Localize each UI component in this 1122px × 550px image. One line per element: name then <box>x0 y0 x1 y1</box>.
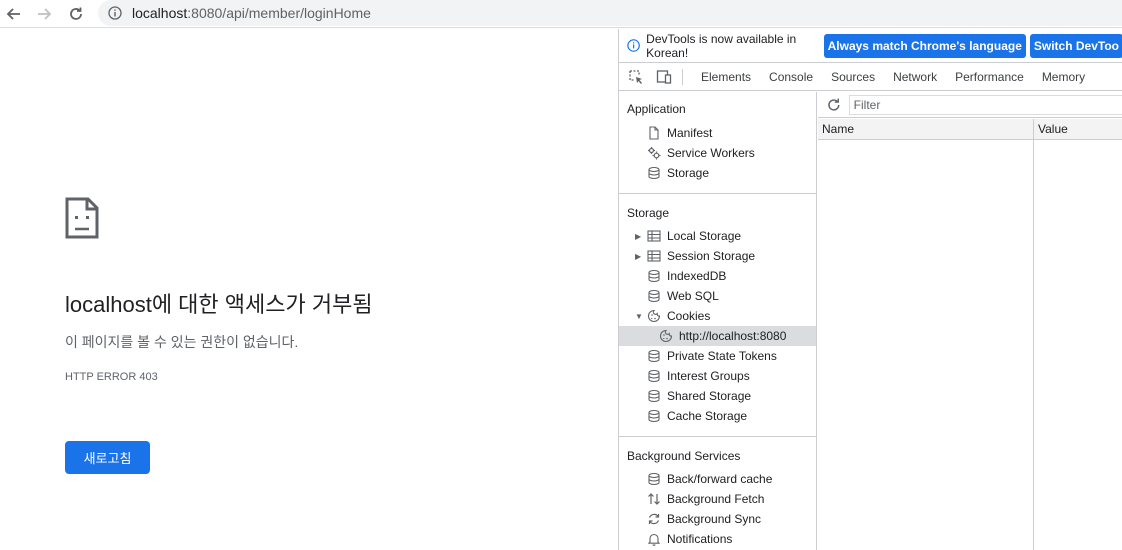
sidebar-item-label: Service Workers <box>667 146 755 160</box>
sidebar-item-label: http://localhost:8080 <box>679 329 787 343</box>
tab-memory[interactable]: Memory <box>1042 70 1085 84</box>
url-text: localhost:8080/api/member/loginHome <box>132 5 371 21</box>
language-banner: DevTools is now available in Korean! Alw… <box>619 29 1122 63</box>
section-title-storage: Storage <box>627 206 670 220</box>
gears-icon <box>646 146 661 161</box>
error-subtitle: 이 페이지를 볼 수 있는 권한이 없습니다. <box>65 334 299 350</box>
section-title-application: Application <box>627 102 686 116</box>
sidebar-item-cookies[interactable]: ▼ Cookies <box>619 306 816 326</box>
sidebar-item-label: Cache Storage <box>667 409 748 423</box>
sidebar-item-label: Session Storage <box>667 249 756 263</box>
sidebar-item-label: Shared Storage <box>667 389 752 403</box>
sidebar-item-label: Private State Tokens <box>667 349 777 363</box>
tab-sources[interactable]: Sources <box>831 70 875 84</box>
sidebar-item-label: Notifications <box>667 532 733 546</box>
cookie-icon <box>658 329 673 344</box>
sidebar-item-private-state-tokens[interactable]: Private State Tokens <box>619 346 816 366</box>
sidebar-item-label: Web SQL <box>667 289 719 303</box>
sad-document-icon <box>65 197 99 239</box>
sidebar-item-local-storage[interactable]: ▶ Local Storage <box>619 226 816 246</box>
sidebar-item-manifest[interactable]: Manifest <box>619 123 816 143</box>
database-icon <box>646 409 661 424</box>
application-sidebar: Application Manifest Service Workers Sto… <box>619 92 817 550</box>
info-icon[interactable] <box>108 6 122 20</box>
cookie-table-pane: Filter Name Value <box>818 92 1122 550</box>
sidebar-item-background-sync[interactable]: Background Sync <box>619 509 816 529</box>
error-code: HTTP ERROR 403 <box>65 371 158 383</box>
reload-icon[interactable] <box>66 4 86 24</box>
column-header-name[interactable]: Name <box>822 122 854 136</box>
sidebar-item-cookie-origin[interactable]: http://localhost:8080 <box>619 326 816 346</box>
expand-arrow-icon[interactable]: ▶ <box>635 252 643 261</box>
database-icon <box>646 269 661 284</box>
url-host: localhost <box>132 5 188 21</box>
error-title: localhost에 대한 액세스가 거부됨 <box>65 292 373 317</box>
sidebar-item-service-workers[interactable]: Service Workers <box>619 143 816 163</box>
sidebar-item-label: Manifest <box>667 126 713 140</box>
sidebar-item-label: Back/forward cache <box>667 472 773 486</box>
tab-console[interactable]: Console <box>769 70 813 84</box>
database-icon <box>646 389 661 404</box>
document-icon <box>646 126 661 141</box>
tab-performance[interactable]: Performance <box>955 70 1024 84</box>
sidebar-item-storage[interactable]: Storage <box>619 163 816 183</box>
forward-arrow-icon[interactable] <box>34 4 54 24</box>
inspect-element-icon[interactable] <box>627 68 645 86</box>
banner-message: DevTools is now available in Korean! <box>646 31 797 60</box>
expand-arrow-icon[interactable]: ▶ <box>635 232 643 241</box>
table-icon <box>646 249 661 264</box>
error-page: localhost에 대한 액세스가 거부됨 이 페이지를 볼 수 있는 권한이… <box>0 29 618 550</box>
database-icon <box>646 166 661 181</box>
collapse-arrow-icon[interactable]: ▼ <box>635 312 643 321</box>
sidebar-item-indexeddb[interactable]: IndexedDB <box>619 266 816 286</box>
sidebar-item-session-storage[interactable]: ▶ Session Storage <box>619 246 816 266</box>
bell-icon <box>646 532 661 547</box>
match-language-button[interactable]: Always match Chrome's language <box>823 33 1026 58</box>
devtools-panel: DevTools is now available in Korean! Alw… <box>618 29 1122 550</box>
sidebar-item-background-fetch[interactable]: Background Fetch <box>619 489 816 509</box>
filter-toolbar: Filter <box>818 92 1122 118</box>
sidebar-item-label: Background Fetch <box>667 492 765 506</box>
sidebar-item-notifications[interactable]: Notifications <box>619 529 816 549</box>
tab-elements[interactable]: Elements <box>701 70 751 84</box>
database-icon <box>646 289 661 304</box>
cookie-icon <box>646 309 661 324</box>
browser-toolbar: localhost:8080/api/member/loginHome <box>0 0 1122 28</box>
sidebar-item-label: Local Storage <box>667 229 742 243</box>
sidebar-item-back-forward-cache[interactable]: Back/forward cache <box>619 469 816 489</box>
sidebar-item-web-sql[interactable]: Web SQL <box>619 286 816 306</box>
sidebar-item-label: Background Sync <box>667 512 762 526</box>
database-icon <box>646 472 661 487</box>
database-icon <box>646 369 661 384</box>
column-header-value[interactable]: Value <box>1038 122 1068 136</box>
sidebar-item-label: Cookies <box>667 309 711 323</box>
info-icon <box>627 39 640 52</box>
reload-button[interactable]: 새로고침 <box>65 441 150 474</box>
table-icon <box>646 229 661 244</box>
sync-icon <box>646 512 661 527</box>
section-divider <box>619 193 816 194</box>
column-divider[interactable] <box>1033 119 1034 550</box>
tab-network[interactable]: Network <box>893 70 937 84</box>
refresh-icon[interactable] <box>826 97 842 113</box>
section-divider <box>619 436 816 437</box>
address-bar[interactable]: localhost:8080/api/member/loginHome <box>98 0 1122 26</box>
back-arrow-icon[interactable] <box>4 4 24 24</box>
sidebar-item-cache-storage[interactable]: Cache Storage <box>619 406 816 426</box>
sidebar-item-label: Storage <box>667 166 710 180</box>
filter-input[interactable]: Filter <box>848 94 1122 115</box>
switch-devtools-button[interactable]: Switch DevToo <box>1029 33 1122 58</box>
sidebar-item-shared-storage[interactable]: Shared Storage <box>619 386 816 406</box>
url-path: :8080/api/member/loginHome <box>187 5 371 21</box>
updown-arrows-icon <box>646 492 661 507</box>
devtools-tabbar: Elements Console Sources Network Perform… <box>619 64 1122 91</box>
database-icon <box>646 349 661 364</box>
toolbar-separator <box>682 69 683 85</box>
device-toolbar-icon[interactable] <box>655 68 673 86</box>
section-title-background-services: Background Services <box>627 449 741 463</box>
sidebar-item-interest-groups[interactable]: Interest Groups <box>619 366 816 386</box>
table-header: Name Value <box>818 119 1122 140</box>
sidebar-item-label: IndexedDB <box>667 269 727 283</box>
sidebar-item-label: Interest Groups <box>667 369 750 383</box>
